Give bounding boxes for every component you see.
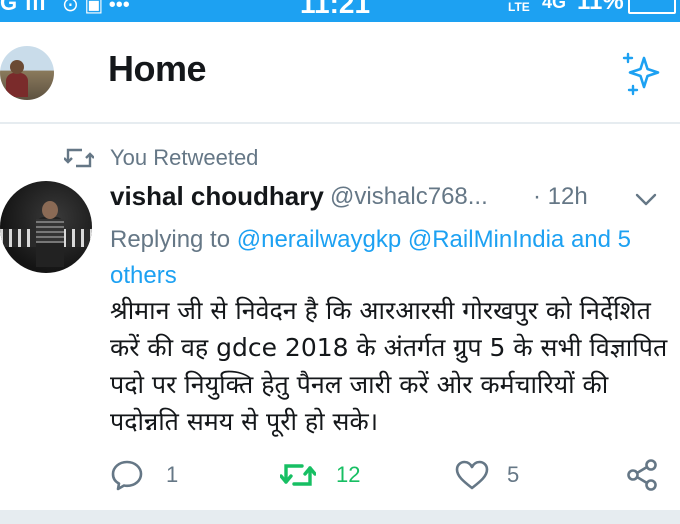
status-time: 11:21	[300, 0, 371, 19]
signal-indicator: 4G	[542, 0, 567, 12]
avatar-figure-body	[6, 73, 28, 97]
tweet-text: श्रीमान जी से निवेदन है कि आरआरसी गोरखपु…	[110, 296, 668, 436]
tweet-separator	[0, 510, 680, 524]
lte-indicator: LTE	[508, 0, 530, 14]
retweet-count: 12	[336, 462, 361, 487]
reply-button[interactable]: 1	[110, 455, 178, 495]
battery-percent: 11%	[577, 0, 624, 15]
heart-icon	[455, 460, 489, 490]
author-name[interactable]: vishal choudhary	[110, 181, 324, 212]
retweet-button[interactable]: 12	[280, 455, 360, 495]
reply-icon	[111, 460, 143, 491]
mention-link[interactable]: @nerailwaygkp	[237, 226, 401, 253]
reply-count: 1	[166, 462, 179, 487]
replying-to: Replying to @nerailwaygkp @RailMinIndia …	[110, 222, 670, 294]
avatar-person-head	[42, 201, 58, 219]
author-handle[interactable]: @vishalc768...	[330, 183, 488, 211]
status-bar: G ıll ⊙ ▣ ••• 11:21 LTE 4G 11%	[0, 0, 680, 22]
like-button[interactable]: 5	[455, 455, 519, 495]
avatar-figure-head	[10, 60, 24, 74]
notification-icons: ⊙ ▣ •••	[62, 0, 130, 16]
replying-prefix: Replying to	[110, 226, 231, 253]
author-avatar[interactable]	[0, 181, 92, 273]
tweet-time: · 12h	[533, 183, 588, 210]
battery-icon	[628, 0, 676, 14]
sparkle-icon[interactable]	[618, 50, 666, 98]
mention-link[interactable]: @RailMinIndia	[408, 226, 564, 253]
retweet-context-icon	[64, 148, 94, 168]
header-divider	[0, 122, 680, 124]
avatar-person-shirt	[36, 219, 64, 243]
share-button[interactable]	[625, 455, 659, 495]
network-indicator: G ıll	[0, 0, 47, 15]
share-icon	[627, 459, 657, 491]
chevron-down-icon[interactable]	[634, 190, 658, 208]
page-title: Home	[108, 48, 207, 89]
top-app-bar	[0, 22, 680, 122]
profile-avatar[interactable]	[0, 46, 54, 100]
like-count: 5	[507, 462, 520, 487]
retweet-context-label: You Retweeted	[110, 145, 259, 170]
retweet-icon	[280, 464, 316, 486]
